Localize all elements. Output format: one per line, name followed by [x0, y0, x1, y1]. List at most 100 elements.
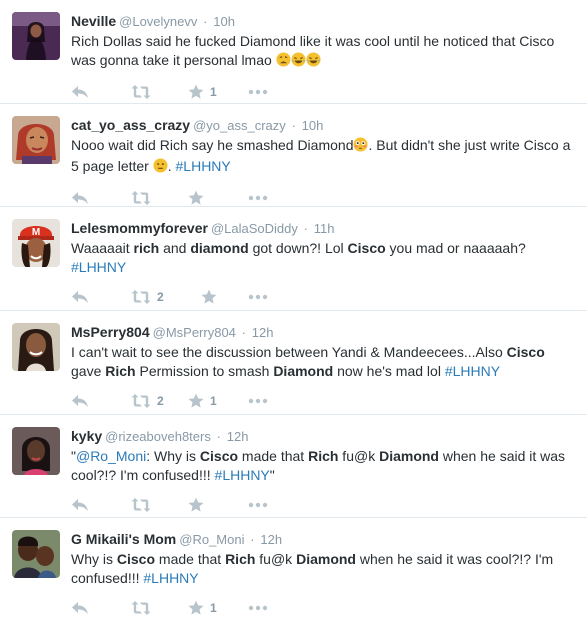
user-handle[interactable]: @LalaSoDiddy [211, 221, 298, 236]
tweet-text-segment: . [167, 158, 176, 174]
separator-dot: · [291, 118, 296, 133]
tweet-timestamp[interactable]: 11h [314, 221, 335, 236]
avatar-image [12, 427, 60, 475]
tweet[interactable]: M Lelesmommyforever @LalaSoDiddy · 11h Wa… [0, 207, 587, 311]
more-button[interactable] [248, 190, 268, 206]
reply-button[interactable] [71, 497, 131, 513]
user-handle[interactable]: @rizeaboveh8ters [105, 429, 211, 444]
retweet-count: 2 [157, 394, 164, 408]
tweet-text: " @Ro_Moni: Why is Cisco made that Rich f… [71, 447, 577, 485]
tweet-actions: 1 [71, 600, 577, 616]
favorite-button[interactable]: 1 [188, 393, 248, 409]
user-handle[interactable]: @yo_ass_crazy [193, 118, 286, 133]
more-icon [248, 393, 268, 409]
tweet-timestamp[interactable]: 12h [227, 429, 249, 444]
tweet-text-segment: fu@k [338, 448, 380, 464]
tweet-header: MsPerry804 @MsPerry804 · 12h [71, 323, 577, 342]
user-fullname[interactable]: Lelesmommyforever [71, 220, 208, 236]
tweet[interactable]: Neville @Lovelynevv · 10h Rich Dollas sai… [0, 0, 587, 104]
retweet-button[interactable]: 2 [131, 393, 188, 409]
tweet[interactable]: kyky @rizeaboveh8ters · 12h " @Ro_Moni: Wh… [0, 415, 587, 518]
user-fullname[interactable]: cat_yo_ass_crazy [71, 117, 190, 133]
hashtag-link[interactable]: #LHHNY [71, 259, 126, 275]
tweet-timestamp[interactable]: 12h [260, 532, 282, 547]
avatar[interactable] [12, 116, 60, 164]
tweet-keyword: rich [133, 240, 160, 256]
tweet[interactable]: G Mikaili's Mom @Ro_Moni · 12h Why is Cis… [0, 518, 587, 617]
avatar[interactable]: M [12, 219, 60, 267]
avatar[interactable] [12, 530, 60, 578]
laughing-emoji [306, 52, 321, 72]
user-handle[interactable]: @Ro_Moni [179, 532, 244, 547]
reply-button[interactable] [71, 600, 131, 616]
tweet-text-segment: you mad or naaaaah? [385, 240, 526, 256]
favorite-count: 1 [210, 601, 217, 615]
tweet-text: Rich Dollas said he fucked Diamond like … [71, 32, 577, 72]
tweet-text-segment: Why is [71, 551, 117, 567]
tweet-timestamp[interactable]: 10h [302, 118, 324, 133]
reply-button[interactable] [71, 393, 131, 409]
user-fullname[interactable]: MsPerry804 [71, 324, 150, 340]
more-button[interactable] [248, 497, 268, 513]
favorite-button[interactable] [201, 289, 248, 305]
favorite-button[interactable] [188, 497, 248, 513]
reply-icon [71, 190, 89, 206]
more-button[interactable] [248, 84, 268, 100]
retweet-button[interactable] [131, 497, 188, 513]
more-button[interactable] [248, 600, 268, 616]
retweet-button[interactable] [131, 84, 188, 100]
reply-button[interactable] [71, 84, 131, 100]
tweet-text: Waaaaait rich and diamond got down?! Lol… [71, 239, 577, 277]
retweet-button[interactable] [131, 190, 188, 206]
tweet-header: kyky @rizeaboveh8ters · 12h [71, 427, 577, 446]
tweet-timestamp[interactable]: 10h [213, 14, 235, 29]
tweet-timestamp[interactable]: 12h [252, 325, 274, 340]
hashtag-link[interactable]: #LHHNY [176, 158, 231, 174]
mention-link[interactable]: @Ro_Moni [76, 448, 146, 464]
favorite-button[interactable]: 1 [188, 84, 248, 100]
tweet[interactable]: MsPerry804 @MsPerry804 · 12h I can't wait… [0, 311, 587, 415]
avatar[interactable] [12, 427, 60, 475]
tweet-header: Lelesmommyforever @LalaSoDiddy · 11h [71, 219, 577, 238]
star-icon [188, 393, 204, 409]
retweet-icon [131, 190, 151, 206]
user-fullname[interactable]: Neville [71, 13, 116, 29]
hashtag-link[interactable]: #LHHNY [445, 363, 500, 379]
user-fullname[interactable]: G Mikaili's Mom [71, 531, 176, 547]
reply-button[interactable] [71, 190, 131, 206]
user-fullname[interactable]: kyky [71, 428, 102, 444]
more-button[interactable] [248, 289, 268, 305]
tweet-text-segment: I can't wait to see the discussion betwe… [71, 344, 507, 360]
tweet-text: Why is Cisco made that Rich fu@k Diamond… [71, 550, 577, 588]
avatar[interactable] [12, 12, 60, 60]
favorite-button[interactable] [188, 190, 248, 206]
laughing-emoji [291, 52, 306, 72]
tweet-text: I can't wait to see the discussion betwe… [71, 343, 577, 381]
retweet-button[interactable]: 2 [131, 289, 201, 305]
avatar[interactable] [12, 323, 60, 371]
svg-text:M: M [32, 227, 40, 238]
tweet-header: cat_yo_ass_crazy @yo_ass_crazy · 10h [71, 116, 577, 135]
tweet-keyword: Diamond [273, 363, 334, 379]
hashtag-link[interactable]: #LHHNY [143, 570, 198, 586]
user-handle[interactable]: @MsPerry804 [153, 325, 236, 340]
tweet-actions: 1 [71, 84, 577, 100]
more-button[interactable] [248, 393, 268, 409]
hashtag-link[interactable]: #LHHNY [215, 467, 270, 483]
tweet-text-segment: now he's mad lol [333, 363, 445, 379]
user-handle[interactable]: @Lovelynevv [119, 14, 197, 29]
tweet-keyword: Diamond [379, 448, 439, 464]
avatar-image: M [12, 219, 60, 267]
separator-dot: · [303, 221, 308, 236]
star-icon [188, 190, 204, 206]
avatar-image [12, 116, 60, 164]
retweet-icon [131, 497, 151, 513]
neutral-emoji [153, 158, 168, 178]
tweet[interactable]: cat_yo_ass_crazy @yo_ass_crazy · 10h Nooo… [0, 104, 587, 207]
favorite-button[interactable]: 1 [188, 600, 248, 616]
tweet-text-segment: fu@k [255, 551, 297, 567]
reply-button[interactable] [71, 289, 131, 305]
tweet-feed: Neville @Lovelynevv · 10h Rich Dollas sai… [0, 0, 587, 617]
reply-icon [71, 289, 89, 305]
retweet-button[interactable] [131, 600, 188, 616]
